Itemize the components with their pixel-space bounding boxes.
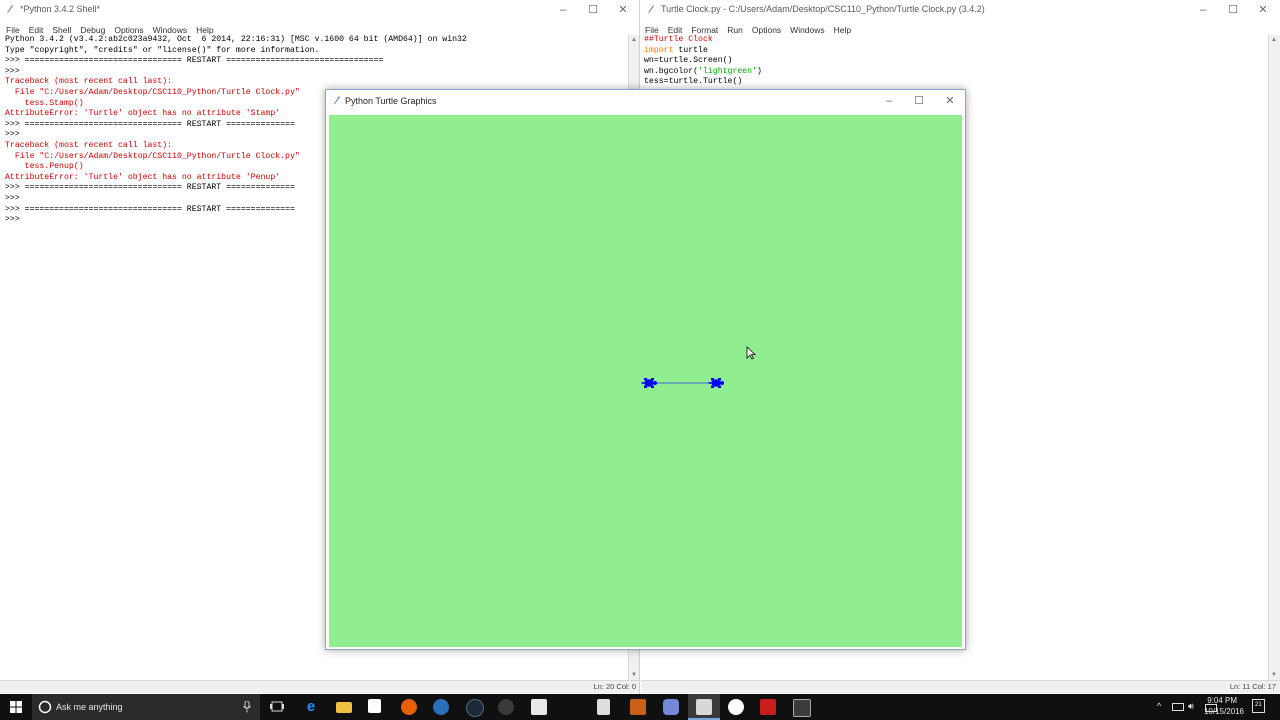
shell-menubar: File Edit Shell Debug Options Windows Help (0, 20, 639, 35)
close-button[interactable]: ✕ (935, 91, 965, 111)
idle-taskbar-button-active[interactable] (688, 694, 720, 720)
notification-count: 21 (1255, 702, 1262, 708)
maximize-button[interactable]: ☐ (578, 0, 608, 20)
editor-menubar: File Edit Format Run Options Windows Help (641, 20, 1280, 35)
shell-cursor-position: Ln: 20 Col: 0 (593, 682, 636, 691)
window-app-icon[interactable] (793, 699, 811, 717)
microphone-icon[interactable] (243, 701, 251, 713)
code-token: wn.bgcolor( (644, 66, 699, 76)
close-button[interactable]: ✕ (608, 0, 638, 20)
shell-line: Type "copyright", "credits" or "license(… (5, 45, 320, 55)
code-line: wn=turtle.Screen() (644, 56, 1264, 67)
turtle-canvas[interactable] (329, 115, 962, 647)
minimize-button[interactable]: – (874, 91, 904, 111)
shell-line: Python 3.4.2 (v3.4.2:ab2c023a9432, Oct 6… (5, 35, 467, 44)
editor-title: Turtle Clock.py - C:/Users/Adam/Desktop/… (661, 4, 985, 14)
code-line: ##Turtle Clock (644, 35, 1264, 46)
code-token: tess=turtle.Turtle() (644, 77, 743, 87)
network-icon[interactable] (1172, 703, 1184, 713)
xbox-icon[interactable] (728, 699, 744, 715)
clock-time[interactable]: 9:04 PM (1207, 696, 1237, 705)
close-button[interactable]: ✕ (1248, 0, 1278, 20)
taskbar: Ask me anything e ^ 🔊︎ 9:04 PM 10/15/201… (0, 694, 1280, 720)
calculator-icon[interactable] (597, 699, 610, 715)
code-token: import (644, 45, 674, 55)
cortana-circle-icon (38, 700, 52, 714)
task-view-icon[interactable] (270, 701, 284, 713)
shell-title: *Python 3.4.2 Shell* (20, 4, 101, 14)
python-feather-icon (648, 5, 654, 13)
windows-logo-icon (10, 701, 22, 713)
show-hidden-icons-chevron-icon[interactable]: ^ (1157, 701, 1161, 711)
action-center-icon[interactable]: 21 (1252, 699, 1265, 713)
edge-browser-icon[interactable]: e (303, 699, 319, 715)
code-line: import turtle (644, 46, 1264, 57)
code-token: turtle (673, 45, 708, 55)
audio-app-icon[interactable] (498, 699, 514, 715)
python-feather-icon (7, 5, 13, 13)
code-token: ) (757, 66, 762, 76)
firefox-icon[interactable] (401, 699, 417, 715)
maximize-button[interactable]: ☐ (904, 91, 934, 111)
volume-icon[interactable]: 🔊︎ (1188, 701, 1194, 712)
turtle-drawing (641, 346, 757, 388)
calculator-like-icon[interactable] (531, 699, 547, 715)
turtle-window-title: Python Turtle Graphics (345, 96, 437, 106)
maximize-button[interactable]: ☐ (1218, 0, 1248, 20)
mouse-cursor-icon (746, 346, 757, 360)
shell-titlebar[interactable]: *Python 3.4.2 Shell* – ☐ ✕ (0, 0, 639, 20)
turtle-icon (708, 378, 724, 388)
chrome-like-icon[interactable] (433, 699, 449, 715)
file-explorer-icon[interactable] (336, 702, 352, 713)
cortana-search-box[interactable]: Ask me anything (32, 694, 260, 720)
clock-date[interactable]: 10/15/2016 (1202, 707, 1244, 716)
turtle-graphics-window: Python Turtle Graphics – ☐ ✕ (325, 89, 966, 650)
search-placeholder: Ask me anything (56, 702, 123, 712)
editor-statusbar: Ln: 11 Col: 17 (641, 680, 1280, 693)
minimize-button[interactable]: – (1188, 0, 1218, 20)
minimize-button[interactable]: – (548, 0, 578, 20)
editor-cursor-position: Ln: 11 Col: 17 (1229, 682, 1276, 691)
start-button[interactable] (0, 694, 32, 720)
acrobat-icon[interactable] (760, 699, 776, 715)
python-feather-icon (334, 96, 340, 104)
code-token: wn=turtle.Screen() (644, 56, 733, 66)
turtle-stamp-icon (641, 378, 657, 388)
app-orange-icon[interactable] (630, 699, 646, 715)
discord-icon[interactable] (663, 699, 679, 715)
steam-icon[interactable] (466, 699, 484, 717)
shell-line: >>> ================================ RES… (5, 56, 384, 66)
shell-statusbar: Ln: 20 Col: 0 (0, 680, 639, 693)
store-icon[interactable] (368, 699, 381, 713)
code-line: tess=turtle.Turtle() (644, 77, 1264, 88)
editor-scrollbar[interactable]: ▲ ▼ (1268, 35, 1280, 680)
code-token: 'lightgreen' (698, 66, 758, 76)
code-line: wn.bgcolor('lightgreen') (644, 67, 1264, 78)
code-token: ##Turtle Clock (644, 35, 713, 44)
shell-line: Traceback (most recent call last): (5, 77, 173, 87)
editor-titlebar[interactable]: Turtle Clock.py - C:/Users/Adam/Desktop/… (641, 0, 1280, 20)
turtle-titlebar[interactable]: Python Turtle Graphics – ☐ ✕ (326, 90, 965, 112)
shell-line: >>> (5, 66, 25, 76)
